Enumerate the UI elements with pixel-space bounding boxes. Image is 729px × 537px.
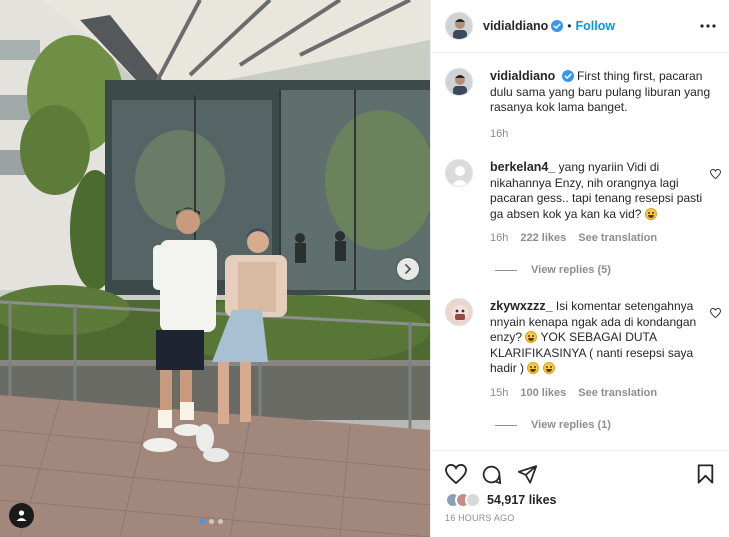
carousel-indicator — [200, 519, 223, 524]
carousel-dot — [218, 519, 223, 524]
follow-button[interactable]: Follow — [576, 19, 616, 33]
replies-divider — [495, 269, 517, 271]
avatar[interactable] — [445, 159, 473, 187]
view-replies-button[interactable]: View replies (5) — [495, 264, 611, 276]
post-actions: 54,917 likes 16 HOURS AGO — [431, 450, 729, 537]
comment-time[interactable]: 15h — [490, 386, 508, 402]
avatar[interactable] — [445, 68, 473, 96]
verified-badge-icon — [561, 70, 574, 82]
chevron-right-icon — [405, 264, 412, 274]
post-header: vidialdiano • Follow — [431, 0, 729, 53]
carousel-dot — [209, 519, 214, 524]
see-translation-link[interactable]: See translation — [578, 231, 657, 247]
heart-icon[interactable] — [710, 169, 721, 179]
comment-likes[interactable]: 100 likes — [520, 386, 566, 402]
view-replies-label: View replies (5) — [531, 264, 611, 276]
heart-icon[interactable] — [445, 464, 467, 484]
separator-dot: • — [567, 19, 572, 33]
post-image — [0, 0, 430, 537]
grinning-sweat-emoji-icon — [525, 331, 538, 343]
post-timestamp[interactable]: 16 HOURS AGO — [445, 513, 514, 523]
post-details-panel: vidialdiano • Follow vidialdiano First t… — [430, 0, 729, 537]
comment-likes[interactable]: 222 likes — [520, 231, 566, 247]
see-translation-link[interactable]: See translation — [578, 386, 657, 402]
avatar[interactable] — [445, 298, 473, 326]
view-replies-button[interactable]: View replies (1) — [495, 419, 611, 431]
carousel-dot-active — [200, 519, 205, 524]
verified-badge-icon — [551, 20, 564, 32]
likes-summary[interactable]: 54,917 likes — [445, 492, 557, 508]
laughing-emoji-icon — [644, 207, 657, 220]
avatar[interactable] — [445, 12, 473, 40]
heart-icon[interactable] — [710, 308, 721, 318]
comment-username[interactable]: zkywxzzz_ — [490, 299, 553, 313]
grinning-sweat-emoji-icon — [527, 362, 540, 374]
replies-divider — [495, 424, 517, 426]
view-replies-label: View replies (1) — [531, 419, 611, 431]
next-image-button[interactable] — [397, 258, 419, 280]
caption-time[interactable]: 16h — [490, 127, 508, 143]
more-options-icon[interactable] — [700, 19, 716, 33]
comment-username[interactable]: berkelan4_ — [490, 160, 555, 174]
author-username[interactable]: vidialdiano — [483, 19, 548, 33]
tagged-users-button[interactable] — [9, 503, 34, 528]
post-photo[interactable] — [0, 0, 430, 537]
user-tag-icon — [16, 510, 27, 521]
share-icon[interactable] — [517, 464, 538, 484]
liker-avatar — [465, 492, 481, 508]
bookmark-icon[interactable] — [697, 464, 714, 484]
caption-username[interactable]: vidialdiano — [490, 69, 555, 83]
likes-count[interactable]: 54,917 likes — [487, 493, 557, 507]
comment-icon[interactable] — [481, 464, 502, 485]
comment-time[interactable]: 16h — [490, 231, 508, 247]
grinning-sweat-emoji-icon — [542, 362, 555, 374]
